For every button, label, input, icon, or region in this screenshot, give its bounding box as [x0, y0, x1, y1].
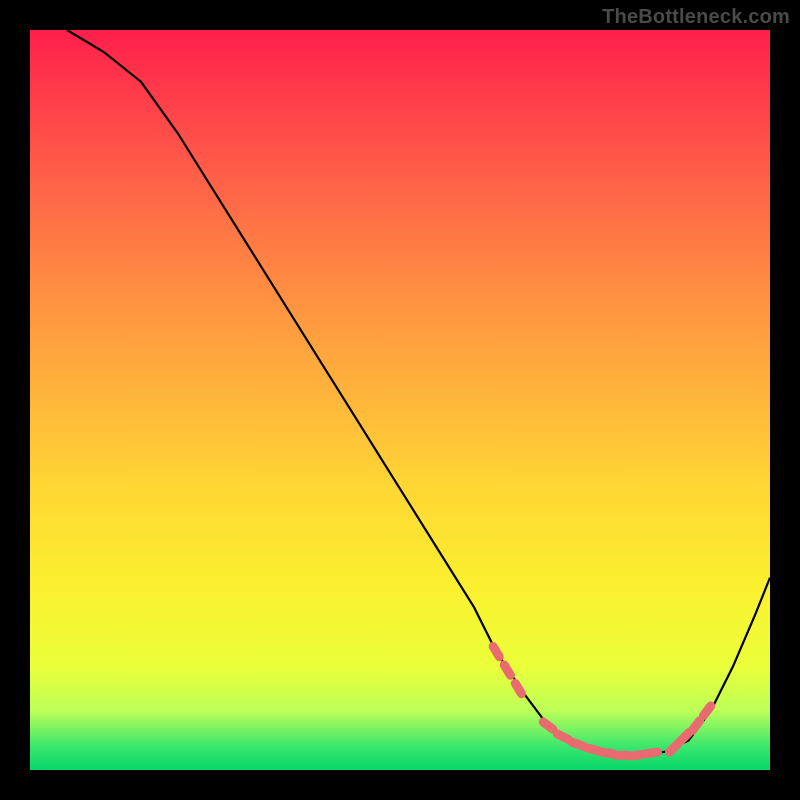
highlight-dash [704, 706, 711, 716]
highlight-dash [631, 754, 643, 756]
highlight-dash [557, 734, 568, 739]
plot-svg [30, 30, 770, 770]
curve-highlight-dots [493, 646, 711, 756]
highlight-dash [543, 722, 553, 729]
highlight-dash [601, 752, 613, 754]
highlight-dash [587, 748, 599, 751]
highlight-dash [515, 683, 521, 693]
chart-frame: TheBottleneck.com [0, 0, 800, 800]
watermark-text: TheBottleneck.com [602, 6, 790, 29]
highlight-dash [504, 665, 510, 675]
highlight-dash [670, 744, 678, 752]
highlight-dash [692, 721, 699, 731]
highlight-dash [493, 646, 499, 656]
highlight-dash [646, 752, 658, 754]
highlight-dash [681, 732, 689, 740]
bottleneck-curve [67, 30, 770, 755]
highlight-dash [572, 742, 583, 746]
